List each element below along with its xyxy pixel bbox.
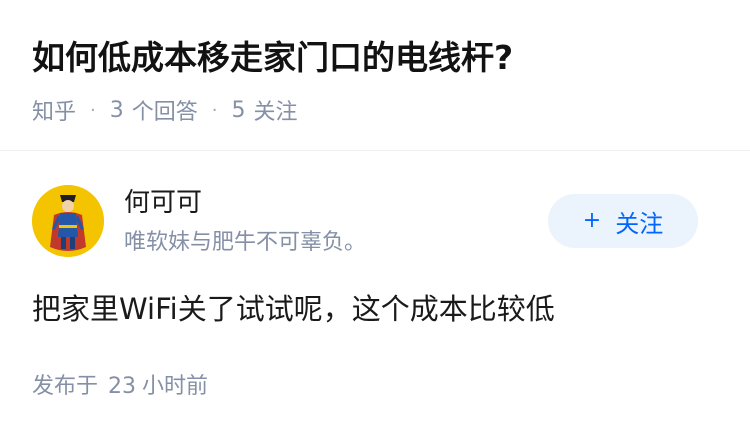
follow-button[interactable]: + 关注 [548,194,698,248]
answer-count-label[interactable]: 个回答 [132,94,198,126]
answer-card: 何可可 唯软妹与肥牛不可辜负。 + 关注 把家里WiFi关了试试呢，这个成本比较… [0,151,750,438]
publish-prefix: 发布于 [32,374,99,399]
question-header: 如何低成本移走家门口的电线杆? 知乎 · 3 个回答 · 5 关注 [0,0,750,150]
author-bio: 唯软妹与肥牛不可辜负。 [124,230,367,255]
question-title[interactable]: 如何低成本移走家门口的电线杆? [32,30,513,86]
plus-icon: + [582,208,602,233]
publish-value: 23 [108,374,137,399]
answer-count: 3 [109,97,124,123]
source-label[interactable]: 知乎 [32,94,76,126]
follow-button-label: 关注 [615,209,664,238]
avatar[interactable] [32,185,104,257]
follower-count-label[interactable]: 关注 [254,94,298,126]
publish-time: 发布于 23 小时前 [32,371,208,403]
cartoon-figure-avatar-icon [32,185,104,257]
meta-separator: · [90,99,96,121]
publish-unit: 小时前 [142,374,209,399]
author-name[interactable]: 何可可 [124,185,202,221]
answer-content[interactable]: 把家里WiFi关了试试呢，这个成本比较低 [32,287,555,331]
question-meta: 知乎 · 3 个回答 · 5 关注 [32,94,298,126]
page: 如何低成本移走家门口的电线杆? 知乎 · 3 个回答 · 5 关注 何可可 唯软… [0,0,750,438]
meta-separator: · [211,99,218,121]
follower-count: 5 [231,97,246,123]
